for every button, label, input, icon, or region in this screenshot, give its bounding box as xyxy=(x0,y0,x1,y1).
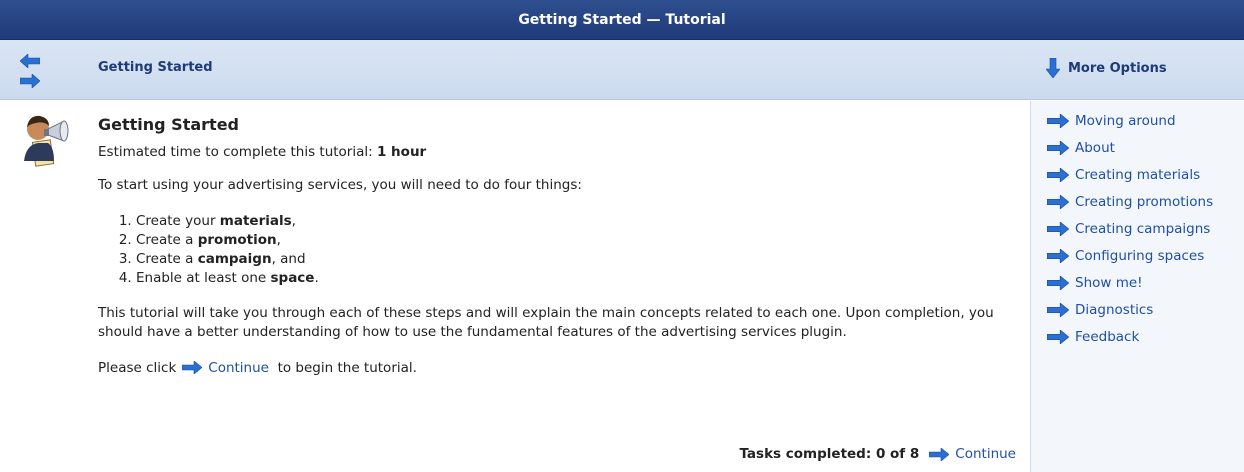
sidebar-item-show-me[interactable]: Show me! xyxy=(1047,269,1213,296)
step-item: Enable at least one space. xyxy=(136,269,1028,288)
more-options-button[interactable]: More Options xyxy=(1046,58,1167,78)
tasks-completed-label: Tasks completed: 0 of 8 xyxy=(739,446,920,462)
window-title: Getting Started — Tutorial xyxy=(518,11,726,28)
sidebar-item-diagnostics[interactable]: Diagnostics xyxy=(1047,296,1213,323)
navigation-bar: Getting Started More Options xyxy=(0,40,1244,100)
breadcrumb: Getting Started xyxy=(98,60,213,75)
sidebar-item-configuring-spaces[interactable]: Configuring spaces xyxy=(1047,242,1213,269)
arrow-right-icon xyxy=(1047,113,1069,128)
arrow-right-icon xyxy=(1047,167,1069,182)
arrow-right-icon xyxy=(1047,194,1069,209)
intro-text: To start using your advertising services… xyxy=(98,177,582,193)
tutorial-content: Getting Started Estimated time to comple… xyxy=(0,101,1030,472)
tutorial-sidebar: Moving around About Creating materials C… xyxy=(1030,101,1244,472)
sidebar-item-creating-campaigns[interactable]: Creating campaigns xyxy=(1047,215,1213,242)
sidebar-item-label[interactable]: Creating campaigns xyxy=(1075,221,1210,237)
sidebar-item-label[interactable]: Configuring spaces xyxy=(1075,248,1204,264)
window-title-bar: Getting Started — Tutorial xyxy=(0,0,1244,40)
tutorial-heading: Getting Started xyxy=(98,115,239,134)
step-item: Create a campaign, and xyxy=(136,250,1028,269)
estimated-time: Estimated time to complete this tutorial… xyxy=(98,143,1028,162)
continue-link[interactable]: Continue xyxy=(208,360,269,376)
arrow-down-icon xyxy=(1046,58,1060,78)
sidebar-item-label[interactable]: About xyxy=(1075,140,1115,156)
history-arrows xyxy=(20,50,42,92)
arrow-right-icon xyxy=(1047,329,1069,344)
arrow-right-icon xyxy=(1047,302,1069,317)
arrow-right-icon xyxy=(1047,248,1069,263)
click-suffix: to begin the tutorial. xyxy=(277,360,417,376)
click-instruction: Please click Continue to begin the tutori… xyxy=(98,359,1028,378)
sidebar-item-moving-around[interactable]: Moving around xyxy=(1047,107,1213,134)
arrow-right-icon xyxy=(1047,221,1069,236)
sidebar-item-feedback[interactable]: Feedback xyxy=(1047,323,1213,350)
sidebar-item-about[interactable]: About xyxy=(1047,134,1213,161)
estimated-time-value: 1 hour xyxy=(376,144,427,160)
sidebar-item-label[interactable]: Creating materials xyxy=(1075,167,1200,183)
sidebar-item-creating-materials[interactable]: Creating materials xyxy=(1047,161,1213,188)
sidebar-item-creating-promotions[interactable]: Creating promotions xyxy=(1047,188,1213,215)
more-options-label: More Options xyxy=(1068,60,1167,76)
tasks-status: Tasks completed: 0 of 8 Continue xyxy=(739,446,1016,462)
sidebar-item-label[interactable]: Diagnostics xyxy=(1075,302,1153,318)
tutorial-body: Getting Started Estimated time to comple… xyxy=(98,115,1028,395)
arrow-right-icon xyxy=(929,447,950,461)
description-text: This tutorial will take you through each… xyxy=(98,305,994,340)
forward-arrow-icon[interactable] xyxy=(20,74,40,88)
sidebar-list: Moving around About Creating materials C… xyxy=(1047,107,1213,350)
sidebar-item-label[interactable]: Feedback xyxy=(1075,329,1139,345)
arrow-right-icon xyxy=(1047,140,1069,155)
estimated-time-label: Estimated time to complete this tutorial… xyxy=(98,144,377,160)
sidebar-item-label[interactable]: Creating promotions xyxy=(1075,194,1213,210)
step-item: Create a promotion, xyxy=(136,231,1028,250)
presenter-megaphone-icon xyxy=(24,115,69,167)
arrow-right-icon xyxy=(182,361,203,374)
back-arrow-icon[interactable] xyxy=(20,54,40,68)
click-prefix: Please click xyxy=(98,360,177,376)
sidebar-item-label[interactable]: Moving around xyxy=(1075,113,1176,129)
step-item: Create your materials, xyxy=(136,212,1028,231)
continue-link-bottom[interactable]: Continue xyxy=(955,446,1016,462)
sidebar-item-label[interactable]: Show me! xyxy=(1075,275,1143,291)
steps-list: Create your materials, Create a promotio… xyxy=(136,212,1028,288)
arrow-right-icon xyxy=(1047,275,1069,290)
